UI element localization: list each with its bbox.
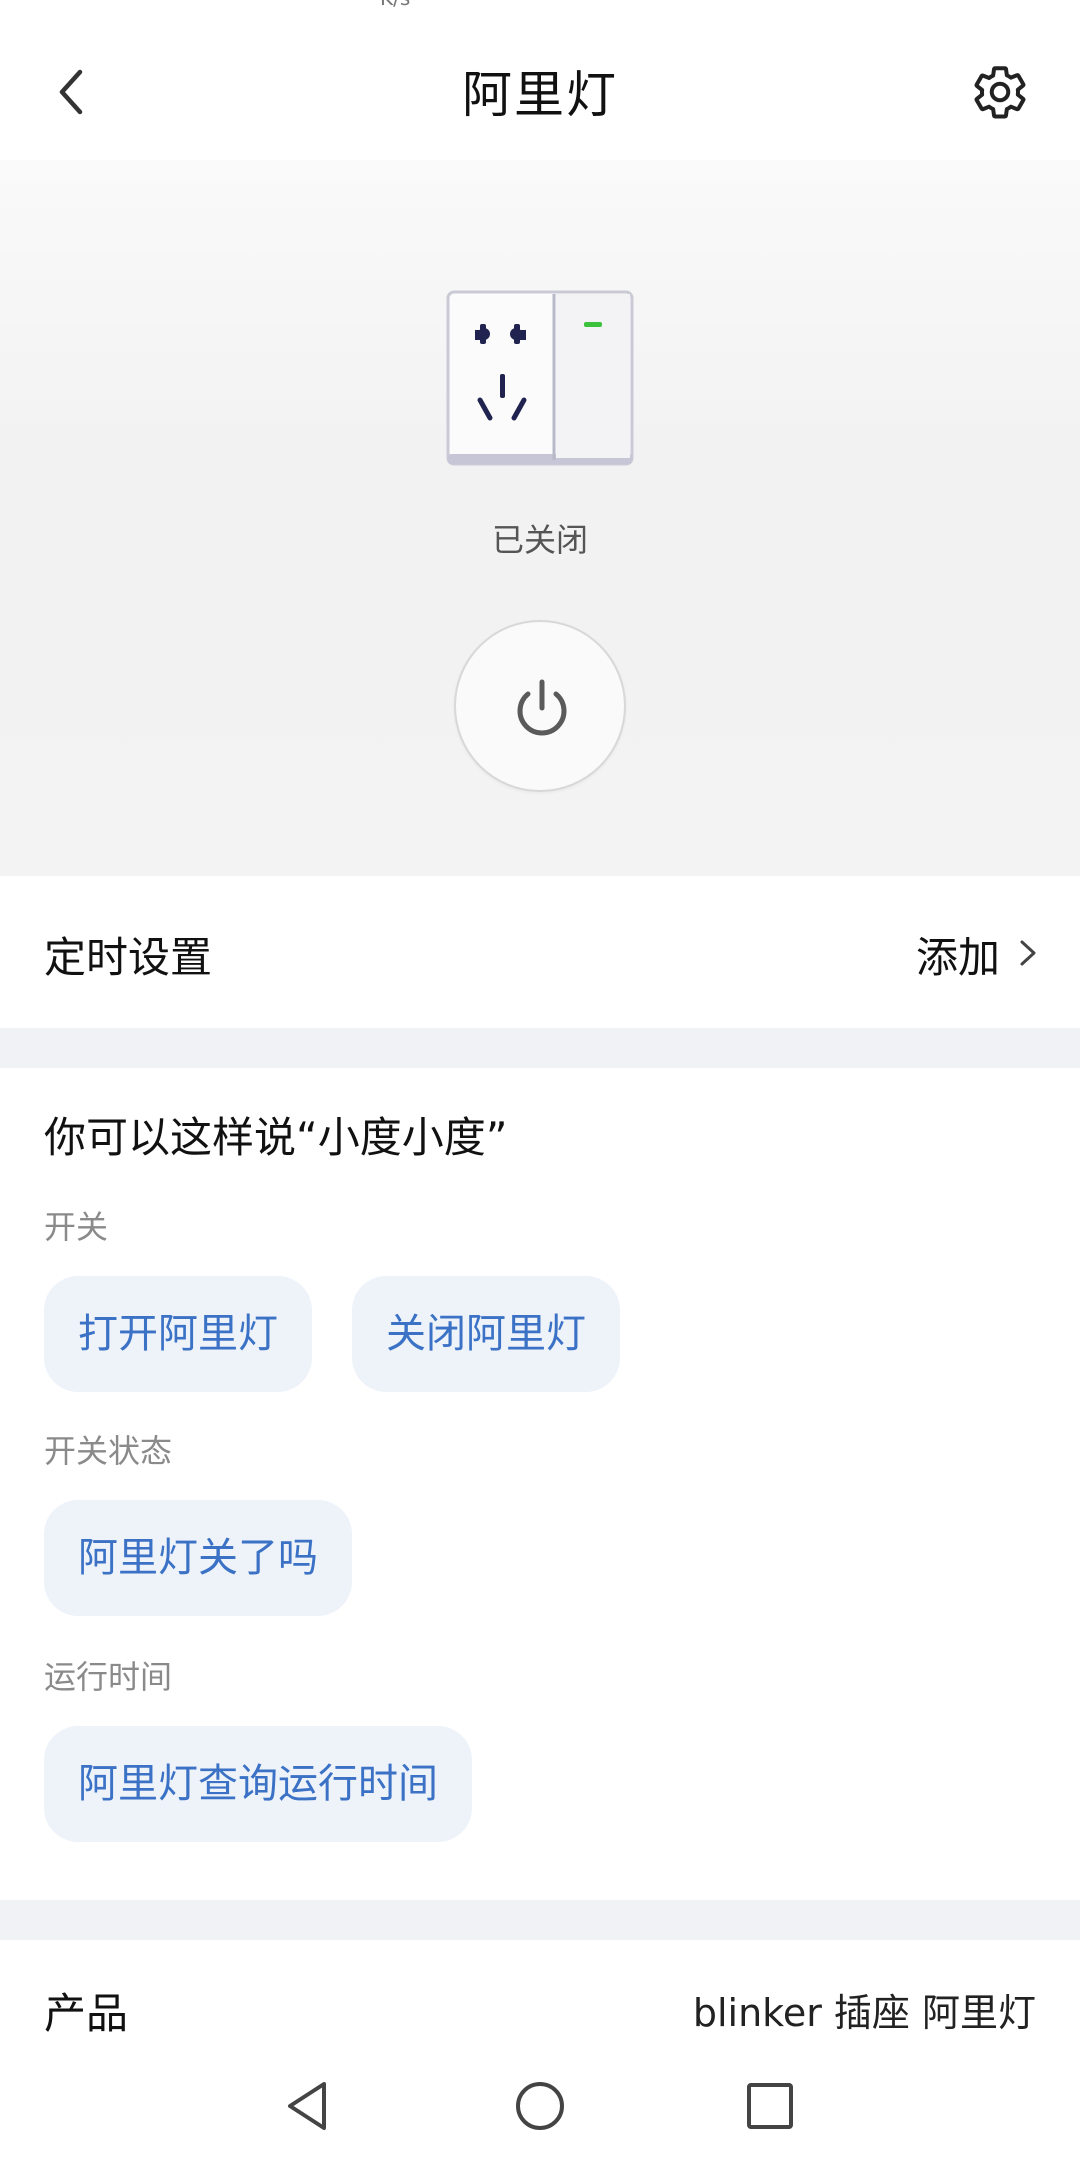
system-navigation-bar [0,2046,1080,2160]
gear-icon [974,66,1026,119]
triangle-back-icon [288,2082,326,2130]
power-indicator-led [584,322,602,327]
group-label-runtime: 运行时间 [44,1658,173,1696]
group-label-switch-state: 开关状态 [44,1432,173,1470]
section-divider [0,1900,1080,1940]
page-title: 阿里灯 [462,66,618,124]
voice-chip[interactable]: 阿里灯查询运行时间 [44,1726,472,1842]
chevron-right-icon [1020,940,1036,966]
add-timer-link[interactable]: 添加 [916,924,1000,985]
settings-button[interactable] [970,62,1030,122]
voice-chip[interactable]: 关闭阿里灯 [352,1276,620,1392]
power-icon [517,679,567,736]
product-label: 产品 [44,1989,129,2038]
nav-recents-button[interactable] [740,2076,800,2136]
top-app-bar: 阿里灯 [0,10,1080,160]
wall-socket-icon [446,290,634,466]
voice-commands-card: 你可以这样说“小度小度” 开关 打开阿里灯 关闭阿里灯 开关状态 阿里灯关了吗 … [0,1068,1080,1900]
timer-settings-row[interactable]: 定时设置 添加 [0,876,1080,1028]
device-status-panel: 已关闭 [0,160,1080,876]
status-bar: K/s [0,0,1080,10]
voice-chip[interactable]: 打开阿里灯 [44,1276,312,1392]
nav-home-button[interactable] [510,2076,570,2136]
socket-device-image [446,290,634,470]
square-recents-icon [747,2083,793,2129]
circle-home-icon [516,2082,564,2130]
group-label-switch: 开关 [44,1208,109,1246]
voice-heading: 你可以这样说“小度小度” [44,1113,508,1162]
voice-chip[interactable]: 阿里灯关了吗 [44,1500,352,1616]
section-divider [0,1028,1080,1068]
power-toggle-button[interactable] [454,620,626,792]
product-value: blinker 插座 阿里灯 [692,1991,1036,2035]
device-detail-page: K/s 阿里灯 [0,0,1080,2160]
product-row: 产品 blinker 插座 阿里灯 [0,1940,1080,2046]
timer-label: 定时设置 [44,933,213,982]
network-speed: K/s [380,0,410,10]
device-state-label: 已关闭 [491,521,588,559]
nav-back-button[interactable] [278,2076,338,2136]
